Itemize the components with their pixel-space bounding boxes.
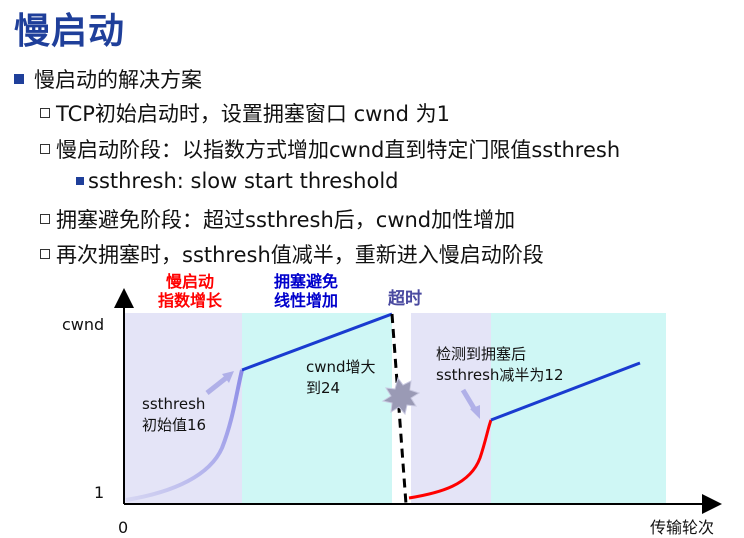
- phase-avoid-label-1: 拥塞避免: [274, 272, 338, 291]
- note-cwnd-1: cwnd增大: [306, 358, 376, 376]
- note-cwnd-2: 到24: [306, 379, 340, 397]
- y-axis-label: cwnd: [62, 315, 104, 334]
- phase-avoid-label-2: 线性增加: [274, 291, 338, 310]
- phase-slow-label-2: 指数增长: [158, 291, 223, 310]
- note-ssthresh-2: 初始值16: [142, 416, 206, 434]
- slow-start-diagram: 慢启动 指数增长 拥塞避免 线性增加 超时 cwnd 1 0 传输轮次 ssth…: [62, 272, 722, 537]
- note-detect-2: ssthresh减半为12: [436, 366, 564, 384]
- phase-slow-label-1: 慢启动: [166, 272, 214, 291]
- note-detect-1: 检测到拥塞后: [436, 345, 526, 363]
- x-axis-origin: 0: [118, 518, 128, 537]
- note-ssthresh-1: ssthresh: [142, 395, 205, 413]
- timeout-label: 超时: [388, 288, 422, 309]
- y-axis-one: 1: [94, 483, 104, 502]
- x-axis-label: 传输轮次: [650, 518, 714, 537]
